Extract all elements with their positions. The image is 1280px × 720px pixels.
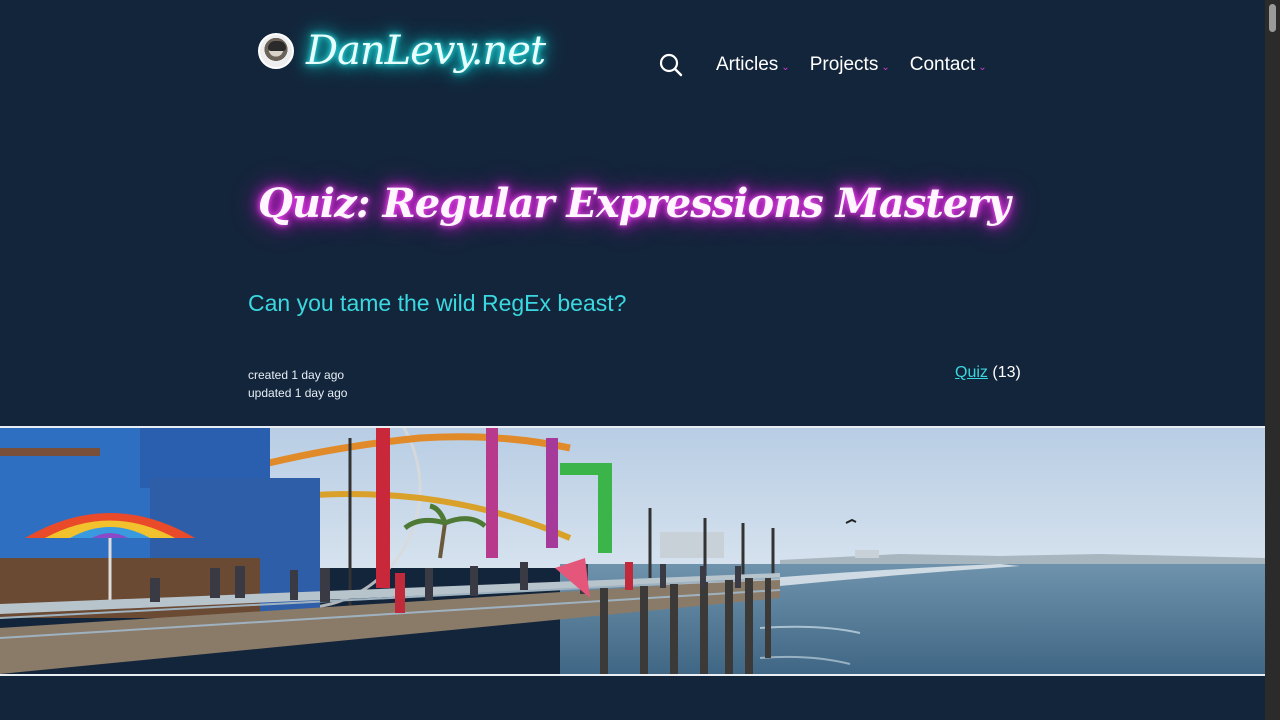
scrollbar-thumb[interactable] [1269, 4, 1276, 32]
hero-image [0, 426, 1265, 676]
santa-monica-pier-photo [0, 428, 1265, 674]
scrollbar[interactable] [1265, 0, 1280, 720]
article-dates: created 1 day ago updated 1 day ago [248, 366, 347, 402]
chevron-down-icon: ⌄ [781, 61, 790, 73]
created-date: created 1 day ago [248, 368, 345, 382]
avatar[interactable] [258, 33, 294, 69]
updated-date: updated 1 day ago [248, 386, 348, 400]
chevron-down-icon: ⌄ [881, 61, 890, 73]
nav-item-projects[interactable]: Projects ⌄ [810, 54, 890, 76]
nav-item-label: Contact [909, 54, 976, 75]
article-tags: Quiz (13) [955, 364, 1021, 382]
page-subtitle: Can you tame the wild RegEx beast? [248, 290, 627, 316]
site-logo[interactable]: DanLevy.net [258, 28, 546, 74]
site-name[interactable]: DanLevy.net [306, 28, 546, 74]
nav-item-label: Articles [716, 54, 779, 75]
page: DanLevy.net Articles ⌄ Projects ⌄ Contac… [0, 0, 1280, 720]
main-nav: Articles ⌄ Projects ⌄ Contact ⌄ [658, 50, 1007, 80]
nav-item-articles[interactable]: Articles ⌄ [716, 54, 790, 76]
tag-count: (13) [992, 364, 1021, 381]
page-title: Quiz: Regular Expressions Mastery [258, 180, 1011, 227]
nav-item-contact[interactable]: Contact ⌄ [910, 54, 987, 76]
chevron-down-icon: ⌄ [978, 61, 987, 73]
tag-link-quiz[interactable]: Quiz [955, 364, 988, 381]
search-icon[interactable] [658, 52, 684, 78]
nav-item-label: Projects [809, 54, 879, 75]
